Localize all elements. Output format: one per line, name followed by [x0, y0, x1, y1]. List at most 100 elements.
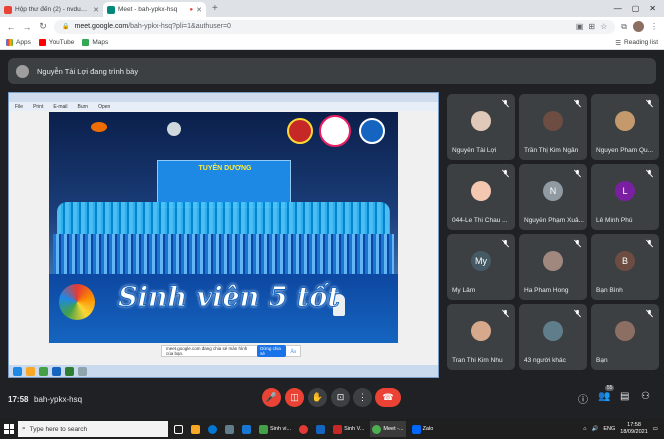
- more-options-button[interactable]: ⋮: [353, 388, 372, 407]
- activities-icon[interactable]: ⚇: [641, 391, 650, 402]
- url-host: meet.google.com: [74, 23, 129, 30]
- participant-tile[interactable]: My My Lâm: [447, 234, 515, 300]
- network-icon[interactable]: ⌂: [583, 426, 586, 432]
- reload-icon[interactable]: ↻: [38, 21, 48, 32]
- participant-avatar: My: [471, 251, 491, 271]
- tray-clock[interactable]: 17:58 18/09/2021: [620, 422, 648, 436]
- meeting-details-icon[interactable]: ⓘ: [578, 391, 588, 406]
- minimize-icon[interactable]: —: [614, 4, 622, 13]
- window-controls: — ▢ ✕: [614, 0, 664, 17]
- meet-icon: [107, 5, 115, 14]
- windows-taskbar: ⌕ Type here to search Sinh vi... Sinh V.…: [0, 419, 664, 439]
- bookmark-maps[interactable]: Maps: [82, 39, 108, 46]
- store-icon[interactable]: [223, 421, 236, 437]
- chat-icon[interactable]: ▤: [620, 391, 629, 402]
- student-union-logo: [359, 118, 385, 144]
- slide-slogan: Sinh viên 5 tốt: [118, 282, 341, 314]
- moon-icon: [167, 122, 181, 136]
- photo-viewer-titlebar: [9, 93, 438, 102]
- reading-list[interactable]: ☰ Reading list: [615, 39, 658, 47]
- menu-icon[interactable]: ⋮: [650, 22, 658, 31]
- participant-tile[interactable]: Tran Thi Kim Nhu: [447, 304, 515, 370]
- maximize-icon[interactable]: ▢: [632, 4, 640, 13]
- system-tray: ⌂ 🔊 ENG 17:58 18/09/2021 ▭: [583, 422, 664, 436]
- screen-share-notice: meet.google.com đang chia sẻ màn hình củ…: [161, 345, 301, 357]
- group-photo: TUYÊN DƯƠNG Sinh viên 5 tốt: [49, 112, 398, 343]
- participant-tile[interactable]: Trần Thị Kim Ngân: [519, 94, 587, 160]
- chrome-icon: [39, 366, 48, 376]
- windows-start-icon[interactable]: [4, 424, 14, 434]
- close-tab-icon[interactable]: ✕: [93, 6, 99, 14]
- taskbar-search[interactable]: ⌕ Type here to search: [18, 421, 168, 437]
- mail-icon[interactable]: [240, 421, 253, 437]
- stage-banner: TUYÊN DƯƠNG: [157, 160, 291, 208]
- bookmarks-bar: Apps YouTube Maps ☰ Reading list: [0, 36, 664, 50]
- participant-tile[interactable]: L Lê Minh Phú: [591, 164, 659, 230]
- mic-muted-icon: [646, 169, 653, 178]
- translate-icon[interactable]: ⊞: [588, 22, 595, 31]
- folder-icon: [26, 366, 35, 376]
- meeting-code: bah-ypkx-hsq: [34, 395, 83, 404]
- participant-avatar: [543, 111, 563, 131]
- participant-name: Bạn: [596, 357, 608, 364]
- participant-tile[interactable]: 43 người khác: [519, 304, 587, 370]
- participant-tile[interactable]: Nguyen Pham Qu...: [591, 94, 659, 160]
- youth-union-logo: [287, 118, 313, 144]
- tab-meet[interactable]: Meet - bah-ypkx-hsq ● ✕: [103, 2, 206, 17]
- meeting-controls: 17:58 bah-ypkx-hsq 🎤 ◫ ✋ ⊡ ⋮ ☎ ⓘ 👥 55 ▤ ⚇: [0, 383, 664, 419]
- url-bar[interactable]: 🔒 meet.google.com/bah-ypkx-hsq?pli=1&aut…: [54, 19, 616, 34]
- camera-icon[interactable]: ▣: [576, 22, 584, 31]
- presenter-avatar: [16, 64, 29, 78]
- apps-icon: [6, 39, 13, 46]
- taskbar-app-zalo[interactable]: Zalo: [410, 421, 436, 437]
- opera-icon[interactable]: [297, 421, 310, 437]
- taskbar-app-sinhvien2[interactable]: Sinh V...: [331, 421, 366, 437]
- bookmark-youtube[interactable]: YouTube: [38, 39, 74, 46]
- profile-avatar[interactable]: [633, 21, 644, 32]
- shared-screen[interactable]: File Print E-mail Burn Open TUYÊN DƯƠNG: [8, 92, 439, 378]
- word-taskbar-icon[interactable]: [314, 421, 327, 437]
- bookmark-apps[interactable]: Apps: [6, 39, 31, 46]
- word-icon: [52, 366, 61, 376]
- mic-off-button[interactable]: 🎤: [262, 388, 281, 407]
- taskbar-app-sinhvien1[interactable]: Sinh vi...: [257, 421, 293, 437]
- tab-gmail[interactable]: Hộp thư đến (2) - nvduy-cntp1@.. ✕: [0, 2, 103, 17]
- mic-muted-icon: [502, 99, 509, 108]
- back-icon[interactable]: ←: [6, 22, 16, 32]
- search-icon: ⌕: [22, 425, 26, 432]
- bookmark-star-icon[interactable]: ☆: [600, 22, 607, 31]
- task-view-icon[interactable]: [172, 421, 185, 437]
- participant-tile[interactable]: Ha Pham Hong: [519, 234, 587, 300]
- stop-sharing-button[interactable]: Dừng chia sẻ: [257, 345, 287, 357]
- participant-tile[interactable]: 044-Le Thi Chau ...: [447, 164, 515, 230]
- notifications-icon[interactable]: ▭: [653, 426, 658, 432]
- forward-icon[interactable]: →: [22, 22, 32, 32]
- participant-name: Ha Pham Hong: [524, 287, 569, 294]
- language-indicator[interactable]: ENG: [603, 426, 615, 432]
- leave-call-button[interactable]: ☎: [375, 388, 401, 407]
- close-tab-icon[interactable]: ✕: [196, 6, 202, 14]
- participant-tile[interactable]: Bạn: [591, 304, 659, 370]
- present-button[interactable]: ⊡: [331, 388, 350, 407]
- participant-name: 43 người khác: [524, 357, 566, 364]
- new-tab-button[interactable]: +: [206, 2, 224, 17]
- url-path: /bah-ypkx-hsq?pli=1&authuser=0: [128, 23, 231, 30]
- hide-notice-button[interactable]: Ẩn: [290, 349, 296, 354]
- participant-avatar: [543, 321, 563, 341]
- edge-icon[interactable]: [206, 421, 219, 437]
- meeting-time: 17:58: [8, 395, 29, 404]
- participant-tile[interactable]: B Bạn Bình: [591, 234, 659, 300]
- participant-tile[interactable]: N Nguyễn Phạm Xuâ...: [519, 164, 587, 230]
- extensions-icon[interactable]: ⧉: [621, 22, 627, 32]
- people-icon[interactable]: 👥 55: [598, 385, 615, 402]
- tab-title: Meet - bah-ypkx-hsq: [118, 6, 178, 13]
- volume-icon[interactable]: 🔊: [591, 426, 598, 432]
- mic-muted-icon: [502, 169, 509, 178]
- participant-tile[interactable]: Nguyễn Tài Lợi: [447, 94, 515, 160]
- close-window-icon[interactable]: ✕: [649, 4, 656, 13]
- explorer-icon[interactable]: [189, 421, 202, 437]
- raise-hand-button[interactable]: ✋: [308, 388, 327, 407]
- camera-off-button[interactable]: ◫: [285, 388, 304, 407]
- participant-name: Nguyễn Phạm Xuâ...: [524, 217, 584, 224]
- taskbar-app-meet[interactable]: Meet -...: [370, 421, 406, 437]
